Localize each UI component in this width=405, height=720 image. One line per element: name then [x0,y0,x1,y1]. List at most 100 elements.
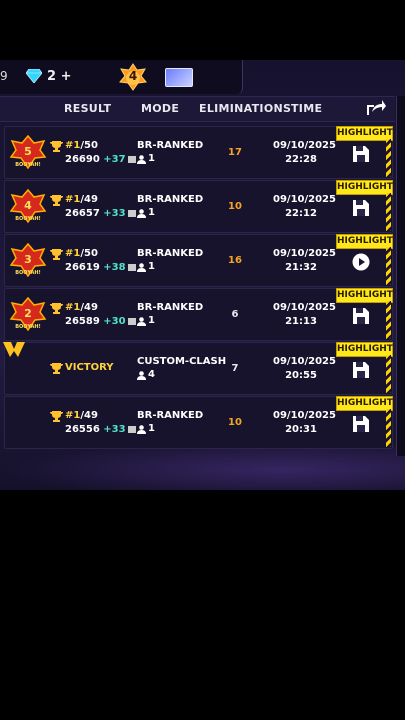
hazard-stripe [386,355,391,393]
save-icon[interactable] [352,415,370,433]
hazard-stripe [386,193,391,231]
trophy-icon [50,411,63,422]
badge-label: BOOYAH! [15,270,41,276]
trophy-icon [50,303,63,314]
card-icon [127,263,136,271]
share-icon[interactable] [366,99,386,117]
eliminations-value: 16 [228,255,242,266]
eliminations-value: 6 [231,309,239,320]
match-time: 21:13 [285,316,317,327]
match-row-5[interactable]: VICTORY CUSTOM-CLASH 4 7 09/10/2025 20:5… [3,342,393,395]
player-icon [137,371,146,380]
rank-score: 26657 +33 [65,208,136,219]
badge-label: BOOYAH! [15,162,41,168]
place-rank: #1/49 [65,194,98,205]
match-row-6[interactable]: #1/49 26556 +33 BR-RANKED 1 10 09/10/202… [4,396,393,449]
header-mode: MODE [141,102,180,115]
player-count: 1 [148,423,155,434]
header-time: TIME [291,102,323,115]
place-rank: #1/49 [65,302,98,313]
card-icon [127,317,136,325]
player-icon [137,209,146,218]
play-icon[interactable] [352,253,370,271]
booyah-badge-icon: 4 BOOYAH! [9,189,47,224]
player-count: 1 [148,315,155,326]
card-icon [127,209,136,217]
match-date: 09/10/2025 [273,356,336,367]
highlight-label[interactable]: HIGHLIGHT [336,288,393,303]
eliminations-value: 17 [228,147,242,158]
header-eliminations: ELIMINATIONS [199,102,292,115]
card-icon [127,155,136,163]
badge-number: 5 [24,145,32,158]
trophy-icon [50,195,63,206]
match-time: 20:55 [285,370,317,381]
rank-score: 26690 +37 [65,154,136,165]
player-count: 1 [148,261,155,272]
eliminations-value: 7 [231,363,239,374]
player-count: 1 [148,153,155,164]
booyah-badge-icon: 2 BOOYAH! [9,297,47,332]
eliminations-value: 10 [228,201,242,212]
mode-label: BR-RANKED [137,302,204,313]
player-icon [137,263,146,272]
place-rank: #1/50 [65,140,98,151]
table-header: RESULT MODE ELIMINATIONS TIME [0,96,395,122]
save-icon[interactable] [352,145,370,163]
match-row-3[interactable]: 3 BOOYAH! #1/50 26619 +38 BR-RANKED 1 16… [4,234,393,287]
hazard-stripe [386,139,391,177]
player-icon [137,317,146,326]
hazard-stripe [386,301,391,339]
diamond-icon [26,69,42,83]
partial-number: 9 [0,69,8,83]
badge-number: 3 [24,253,32,266]
player-icon [137,425,146,434]
wings-icon [3,342,25,357]
trophy-icon [50,141,63,152]
badge-number: 4 [24,199,32,212]
rank-score: 26619 +38 [65,262,136,273]
gems-count[interactable]: 2 + [47,69,71,84]
highlight-label[interactable]: HIGHLIGHT [336,396,393,411]
mode-label: BR-RANKED [137,248,204,259]
mode-label: BR-RANKED [137,140,204,151]
trophy-icon [50,249,63,260]
victory-label: VICTORY [65,362,114,373]
rank-score: 26556 +33 [65,424,136,435]
player-icon [137,155,146,164]
eliminations-value: 10 [228,417,242,428]
player-count: 4 [148,369,155,380]
highlight-label[interactable]: HIGHLIGHT [336,126,393,141]
match-row-1[interactable]: 5 BOOYAH! #1/50 26690 +37 BR-RANKED 1 17… [4,126,393,179]
match-date: 09/10/2025 [273,248,336,259]
hazard-stripe [386,247,391,285]
highlight-label[interactable]: HIGHLIGHT [336,234,393,249]
match-row-2[interactable]: 4 BOOYAH! #1/49 26657 +33 BR-RANKED 1 10… [4,180,393,233]
save-icon[interactable] [352,199,370,217]
save-icon[interactable] [352,361,370,379]
rank-score: 26589 +30 [65,316,136,327]
mode-label: BR-RANKED [137,410,204,421]
card-icon [127,425,136,433]
badge-label: BOOYAH! [15,216,41,222]
match-date: 09/10/2025 [273,302,336,313]
highlight-label[interactable]: HIGHLIGHT [336,342,393,357]
save-icon[interactable] [352,307,370,325]
highlight-label[interactable]: HIGHLIGHT [336,180,393,195]
match-history-panel: 9 2 + 4 RESULT MODE ELIMINATIONS TIME 5 … [0,60,405,490]
top-bar: 9 2 + 4 [0,60,243,94]
player-count: 1 [148,207,155,218]
match-row-4[interactable]: 2 BOOYAH! #1/49 26589 +30 BR-RANKED 1 6 … [4,288,393,341]
badge-label: BOOYAH! [15,324,41,330]
match-time: 22:12 [285,208,317,219]
rank-card-icon[interactable] [165,68,193,87]
hazard-stripe [386,409,391,447]
match-time: 21:32 [285,262,317,273]
trophy-icon [50,363,63,374]
side-frame [396,96,405,456]
place-rank: #1/49 [65,410,98,421]
booyah-badge-icon: 5 BOOYAH! [9,135,47,170]
level-number: 4 [128,69,138,83]
header-result: RESULT [64,102,112,115]
match-date: 09/10/2025 [273,140,336,151]
